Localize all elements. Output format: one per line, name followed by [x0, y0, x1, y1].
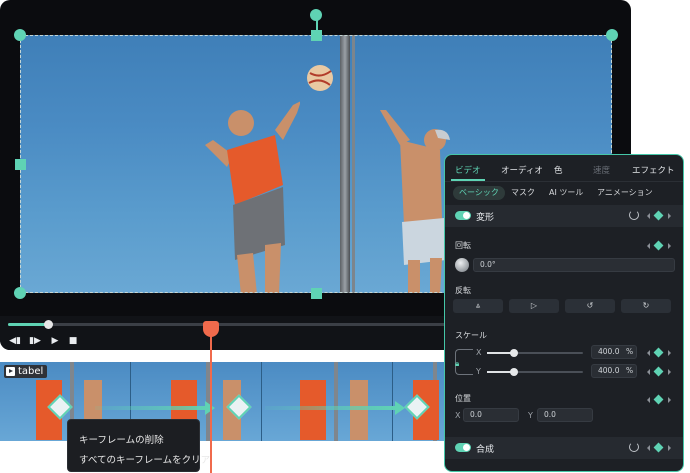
scale-label: スケール — [455, 331, 487, 340]
tab-video[interactable]: ビデオ — [455, 164, 481, 176]
keyframe-context-menu: キーフレームの削除 すべてのキーフレームをクリア — [67, 419, 210, 472]
menu-item-clear-all-keyframes[interactable]: すべてのキーフレームをクリア — [79, 452, 210, 466]
keyframe-arrow — [265, 406, 397, 410]
track-label: tabel — [4, 365, 48, 378]
keyframe-nav[interactable] — [647, 442, 671, 453]
property-panel: ビデオ オーディオ 色 速度 エフェクト ベーシック マスク AI ツール アニ… — [444, 154, 684, 472]
menu-item-delete-keyframe[interactable]: キーフレームの削除 — [79, 432, 164, 446]
edge-handle-left[interactable] — [15, 159, 26, 170]
net-pole-shadow — [352, 35, 355, 293]
position-x-axis: X — [455, 411, 461, 420]
flip-horizontal-button[interactable]: ⩓ — [453, 299, 503, 313]
add-keyframe-icon — [653, 240, 664, 251]
rotate-right-button[interactable]: ↻ — [621, 299, 671, 313]
subtab-basic[interactable]: ベーシック — [453, 186, 505, 200]
scrubber-progress — [8, 323, 48, 326]
keyframe-nav[interactable] — [647, 240, 671, 251]
corner-handle-top-right[interactable] — [606, 29, 618, 41]
position-label: 位置 — [455, 394, 471, 403]
composite-toggle[interactable] — [455, 443, 471, 452]
step-forward-icon[interactable]: ▮▶ — [28, 335, 42, 347]
keyframe-nav[interactable] — [647, 347, 671, 358]
position-x-input[interactable]: 0.0 — [463, 408, 519, 422]
tab-speed[interactable]: 速度 — [593, 164, 610, 176]
rotate-left-button[interactable]: ↺ — [565, 299, 615, 313]
rotation-handle[interactable] — [310, 9, 322, 21]
lock-icon[interactable]: 🔒︎ — [455, 359, 459, 369]
flip-horizontal-icon: ⩓ — [475, 301, 481, 310]
section-title: 変形 — [476, 213, 495, 223]
stop-icon[interactable]: ■ — [66, 335, 80, 347]
rotate-label: 回転 — [455, 241, 471, 250]
rotate-right-icon: ↻ — [642, 301, 650, 310]
flip-vertical-icon: ▷ — [530, 301, 538, 310]
section-composite-header[interactable]: 合成 — [445, 437, 683, 459]
add-keyframe-icon — [653, 347, 664, 358]
edge-handle-top[interactable] — [311, 30, 322, 41]
scale-y-axis: Y — [476, 367, 481, 376]
play-icon — [6, 367, 15, 376]
flip-label: 反転 — [455, 286, 471, 295]
position-y-axis: Y — [528, 411, 533, 420]
step-back-icon[interactable]: ◀▮ — [8, 335, 22, 347]
keyframe-arrow-head — [395, 401, 405, 415]
edge-handle-bottom[interactable] — [311, 288, 322, 299]
net-pole — [340, 35, 350, 293]
position-y-input[interactable]: 0.0 — [537, 408, 593, 422]
scale-y-input[interactable]: 400.0% — [591, 364, 637, 378]
scale-x-axis: X — [476, 348, 482, 357]
playhead-handle[interactable] — [203, 321, 219, 337]
flip-vertical-button[interactable]: ▷ — [509, 299, 559, 313]
keyframe-nav[interactable] — [647, 210, 671, 221]
play-icon[interactable]: ▶ — [48, 335, 62, 347]
subtab-mask[interactable]: マスク — [511, 186, 535, 200]
section-transform-header[interactable]: 変形 — [445, 205, 683, 227]
rotate-input[interactable]: 0.0° — [473, 258, 675, 272]
subtab-ai-tools[interactable]: AI ツール — [549, 186, 583, 200]
playback-scrubber[interactable] — [8, 320, 448, 329]
tab-color[interactable]: 色 — [554, 164, 563, 176]
tab-audio[interactable]: オーディオ — [501, 164, 543, 176]
player-left-figure — [205, 101, 300, 293]
transform-toggle[interactable] — [455, 211, 471, 220]
corner-handle-bottom-left[interactable] — [14, 287, 26, 299]
rotate-left-icon: ↺ — [586, 301, 594, 310]
reset-icon[interactable] — [629, 442, 639, 452]
clip-thumbnail — [262, 362, 393, 441]
add-keyframe-icon — [653, 210, 664, 221]
rotate-dial[interactable] — [455, 258, 469, 272]
scale-x-slider[interactable] — [487, 349, 583, 357]
tab-effects[interactable]: エフェクト — [632, 164, 675, 176]
reset-icon[interactable] — [629, 210, 639, 220]
section-title: 合成 — [476, 445, 495, 455]
scale-x-input[interactable]: 400.0% — [591, 345, 637, 359]
editor-stage: ◀▮ ▮▶ ▶ ■ tabel キーフレームの削除 すべてのキーフレームをクリア… — [0, 0, 690, 473]
playhead-line[interactable] — [210, 335, 212, 473]
subtab-animation[interactable]: アニメーション — [597, 186, 653, 200]
keyframe-nav[interactable] — [647, 366, 671, 377]
add-keyframe-icon — [653, 366, 664, 377]
add-keyframe-icon — [653, 394, 664, 405]
tab-divider — [445, 181, 683, 182]
scrubber-knob[interactable] — [43, 320, 53, 329]
track-label-text: tabel — [18, 366, 44, 377]
keyframe-arrow — [95, 406, 207, 410]
corner-handle-top-left[interactable] — [14, 29, 26, 41]
add-keyframe-icon — [653, 442, 664, 453]
keyframe-nav[interactable] — [647, 394, 671, 405]
volleyball — [307, 65, 333, 91]
scale-y-slider[interactable] — [487, 368, 583, 376]
